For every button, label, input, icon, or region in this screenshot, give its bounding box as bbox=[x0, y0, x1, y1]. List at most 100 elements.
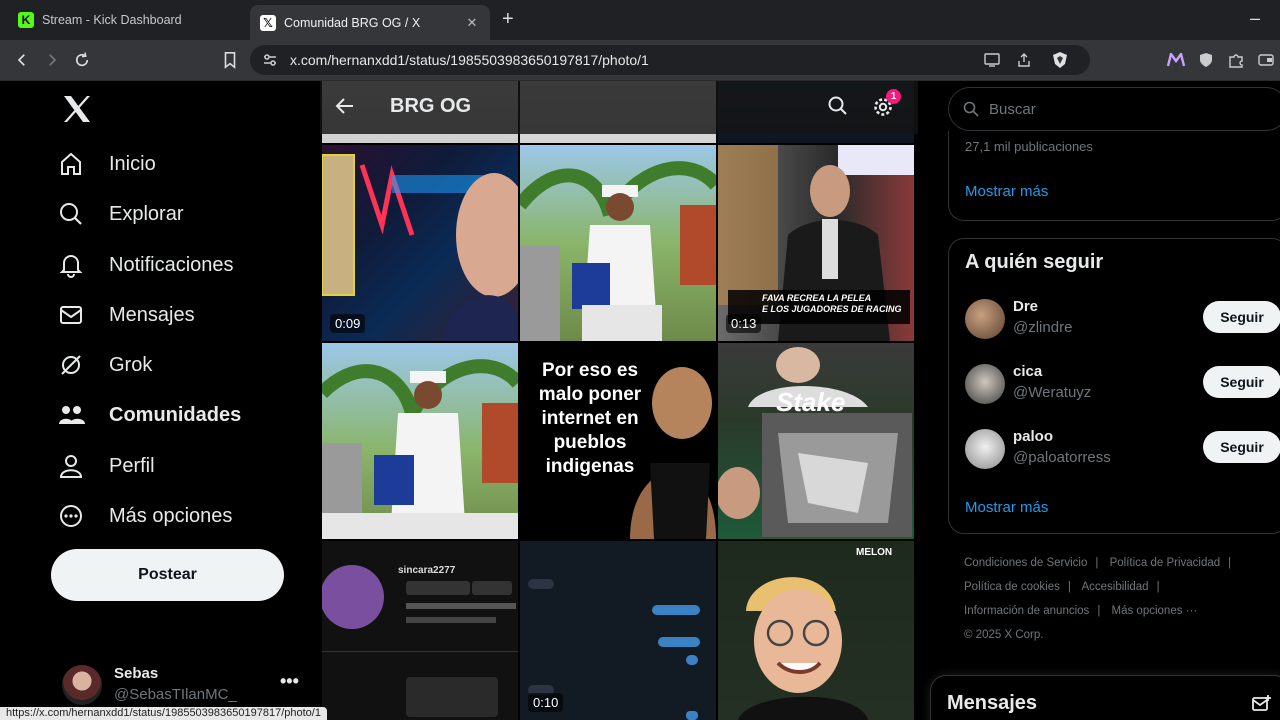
media-thumbnail[interactable]: Por eso es malo poner internet en pueblo… bbox=[520, 343, 716, 539]
tab-comunidad-brg[interactable]: 𝕏 Comunidad BRG OG / X ✕ bbox=[250, 5, 490, 40]
profile-name: Sebas bbox=[114, 665, 159, 682]
close-tab-icon[interactable]: ✕ bbox=[464, 15, 480, 31]
community-media-grid: 0:09 0:13 FAVA RECREA LA PELEA E LOS JUG… bbox=[320, 81, 918, 720]
more-dots-icon[interactable]: ••• bbox=[280, 671, 299, 692]
browser-toolbar: x.com/hernanxdd1/status/1985503983650197… bbox=[0, 40, 1280, 81]
back-arrow-icon[interactable] bbox=[10, 48, 34, 72]
reload-icon[interactable] bbox=[70, 48, 94, 72]
minimize-button[interactable]: – bbox=[1250, 8, 1260, 29]
show-more-link[interactable]: Mostrar más bbox=[965, 183, 1048, 200]
share-icon[interactable] bbox=[1014, 50, 1034, 70]
nav-notifications[interactable]: Notificaciones bbox=[58, 245, 234, 285]
extensions-puzzle-icon[interactable] bbox=[1226, 50, 1246, 70]
nav-label: Inicio bbox=[109, 152, 156, 175]
right-sidebar: Buscar 27,1 mil publicaciones Mostrar má… bbox=[918, 81, 1280, 720]
nav-messages[interactable]: Mensajes bbox=[58, 295, 195, 335]
browser-tab-bar: K Stream - Kick Dashboard 𝕏 Comunidad BR… bbox=[0, 0, 1280, 40]
new-message-icon[interactable] bbox=[1251, 694, 1271, 719]
forward-arrow-icon[interactable] bbox=[40, 48, 64, 72]
footer-links: Condiciones de Servicio | Política de Pri… bbox=[964, 557, 1232, 641]
privacy-link[interactable]: Política de Privacidad bbox=[1110, 557, 1221, 569]
accessibility-link[interactable]: Accesibilidad bbox=[1081, 581, 1148, 593]
video-caption: FAVA RECREA LA PELEA E LOS JUGADORES DE … bbox=[762, 293, 902, 314]
search-icon bbox=[963, 101, 979, 121]
nav-explore[interactable]: Explorar bbox=[58, 194, 183, 234]
ads-info-link[interactable]: Información de anuncios bbox=[964, 605, 1089, 617]
bell-icon bbox=[58, 252, 94, 278]
install-app-icon[interactable] bbox=[982, 50, 1002, 70]
page-title: BRG OG bbox=[390, 95, 472, 117]
user-name: paloo bbox=[1013, 428, 1053, 445]
post-button[interactable]: Postear bbox=[51, 549, 284, 601]
address-bar[interactable]: x.com/hernanxdd1/status/1985503983650197… bbox=[250, 45, 1090, 75]
nav-label: Perfil bbox=[109, 454, 155, 477]
x-sidebar: Inicio Explorar Notificaciones Mensajes … bbox=[0, 81, 318, 720]
avatar bbox=[965, 299, 1005, 339]
search-input[interactable]: Buscar bbox=[948, 87, 1280, 131]
community-header: BRG OG 1 bbox=[320, 81, 918, 134]
media-thumbnail[interactable] bbox=[322, 343, 518, 539]
profile-handle: @SebasTIlanMC_ bbox=[114, 686, 237, 703]
nav-communities[interactable]: Comunidades bbox=[58, 395, 241, 435]
messages-drawer[interactable]: Mensajes bbox=[930, 675, 1280, 720]
extension-shield-icon[interactable] bbox=[1196, 50, 1216, 70]
user-handle: @zlindre bbox=[1013, 319, 1073, 336]
media-thumbnail[interactable]: 0:09 bbox=[322, 145, 518, 341]
media-thumbnail[interactable] bbox=[520, 145, 716, 341]
notification-badge: 1 bbox=[886, 89, 901, 104]
video-duration: 0:10 bbox=[528, 693, 564, 712]
nav-label: Más opciones bbox=[109, 504, 233, 527]
media-thumbnail[interactable]: MELON bbox=[718, 541, 914, 720]
posts-count: 27,1 mil publicaciones bbox=[965, 139, 1093, 154]
nav-label: Mensajes bbox=[109, 303, 195, 326]
nav-more-options[interactable]: Más opciones bbox=[58, 496, 232, 536]
tab-label: Comunidad BRG OG / X bbox=[284, 15, 421, 30]
show-more-link[interactable]: Mostrar más bbox=[965, 499, 1048, 516]
follow-button[interactable]: Seguir bbox=[1203, 366, 1280, 398]
nav-home[interactable]: Inicio bbox=[58, 144, 156, 184]
nav-label: Explorar bbox=[109, 202, 184, 225]
terms-link[interactable]: Condiciones de Servicio bbox=[964, 557, 1087, 569]
tab-kick-dashboard[interactable]: K Stream - Kick Dashboard bbox=[8, 5, 244, 35]
site-settings-icon[interactable] bbox=[262, 52, 278, 71]
user-name: Dre bbox=[1013, 298, 1039, 315]
media-thumbnail[interactable]: Stake bbox=[718, 343, 914, 539]
search-icon[interactable] bbox=[828, 96, 848, 121]
status-bar-url: https://x.com/hernanxdd1/status/19855039… bbox=[0, 707, 327, 720]
media-thumbnail[interactable]: 0:13 FAVA RECREA LA PELEA E LOS JUGADORE… bbox=[718, 145, 914, 341]
account-switcher[interactable]: Sebas @SebasTIlanMC_ ••• bbox=[62, 659, 312, 711]
home-icon bbox=[58, 151, 94, 177]
more-options-link[interactable]: Más opciones ··· bbox=[1112, 605, 1198, 617]
who-to-follow-title: A quién seguir bbox=[965, 251, 1104, 273]
copyright: © 2025 X Corp. bbox=[964, 629, 1044, 641]
new-tab-button[interactable]: + bbox=[502, 8, 514, 31]
user-handle: @paloatorress bbox=[1013, 449, 1111, 466]
media-thumbnail[interactable]: 0:10 bbox=[520, 541, 716, 720]
media-thumbnail[interactable]: sincara2277 bbox=[322, 541, 518, 720]
follow-suggestion[interactable]: paloo @paloatorress Seguir bbox=[965, 425, 1280, 475]
user-handle: @Weratuyz bbox=[1013, 384, 1092, 401]
user-name: cica bbox=[1013, 363, 1043, 380]
avatar bbox=[62, 665, 102, 705]
x-logo-icon[interactable] bbox=[62, 95, 92, 125]
url-text: x.com/hernanxdd1/status/1985503983650197… bbox=[290, 52, 649, 68]
extension-m-icon[interactable] bbox=[1166, 50, 1186, 70]
follow-suggestion[interactable]: Dre @zlindre Seguir bbox=[965, 295, 1280, 345]
search-placeholder: Buscar bbox=[989, 100, 1036, 118]
grok-icon bbox=[58, 352, 94, 378]
wallet-icon[interactable] bbox=[1256, 50, 1276, 70]
nav-profile[interactable]: Perfil bbox=[58, 446, 155, 486]
follow-button[interactable]: Seguir bbox=[1203, 431, 1280, 463]
nav-grok[interactable]: Grok bbox=[58, 345, 152, 385]
brave-shield-icon[interactable] bbox=[1050, 50, 1070, 70]
meme-caption: Stake bbox=[776, 387, 846, 417]
cookies-link[interactable]: Política de cookies bbox=[964, 581, 1060, 593]
follow-button[interactable]: Seguir bbox=[1203, 301, 1280, 333]
video-duration: 0:13 bbox=[726, 314, 762, 333]
avatar bbox=[965, 364, 1005, 404]
more-circle-icon bbox=[58, 503, 94, 529]
communities-icon bbox=[58, 402, 94, 428]
follow-suggestion[interactable]: cica @Weratuyz Seguir bbox=[965, 360, 1280, 410]
bookmark-icon[interactable] bbox=[218, 48, 242, 72]
back-arrow-icon[interactable] bbox=[334, 95, 356, 117]
